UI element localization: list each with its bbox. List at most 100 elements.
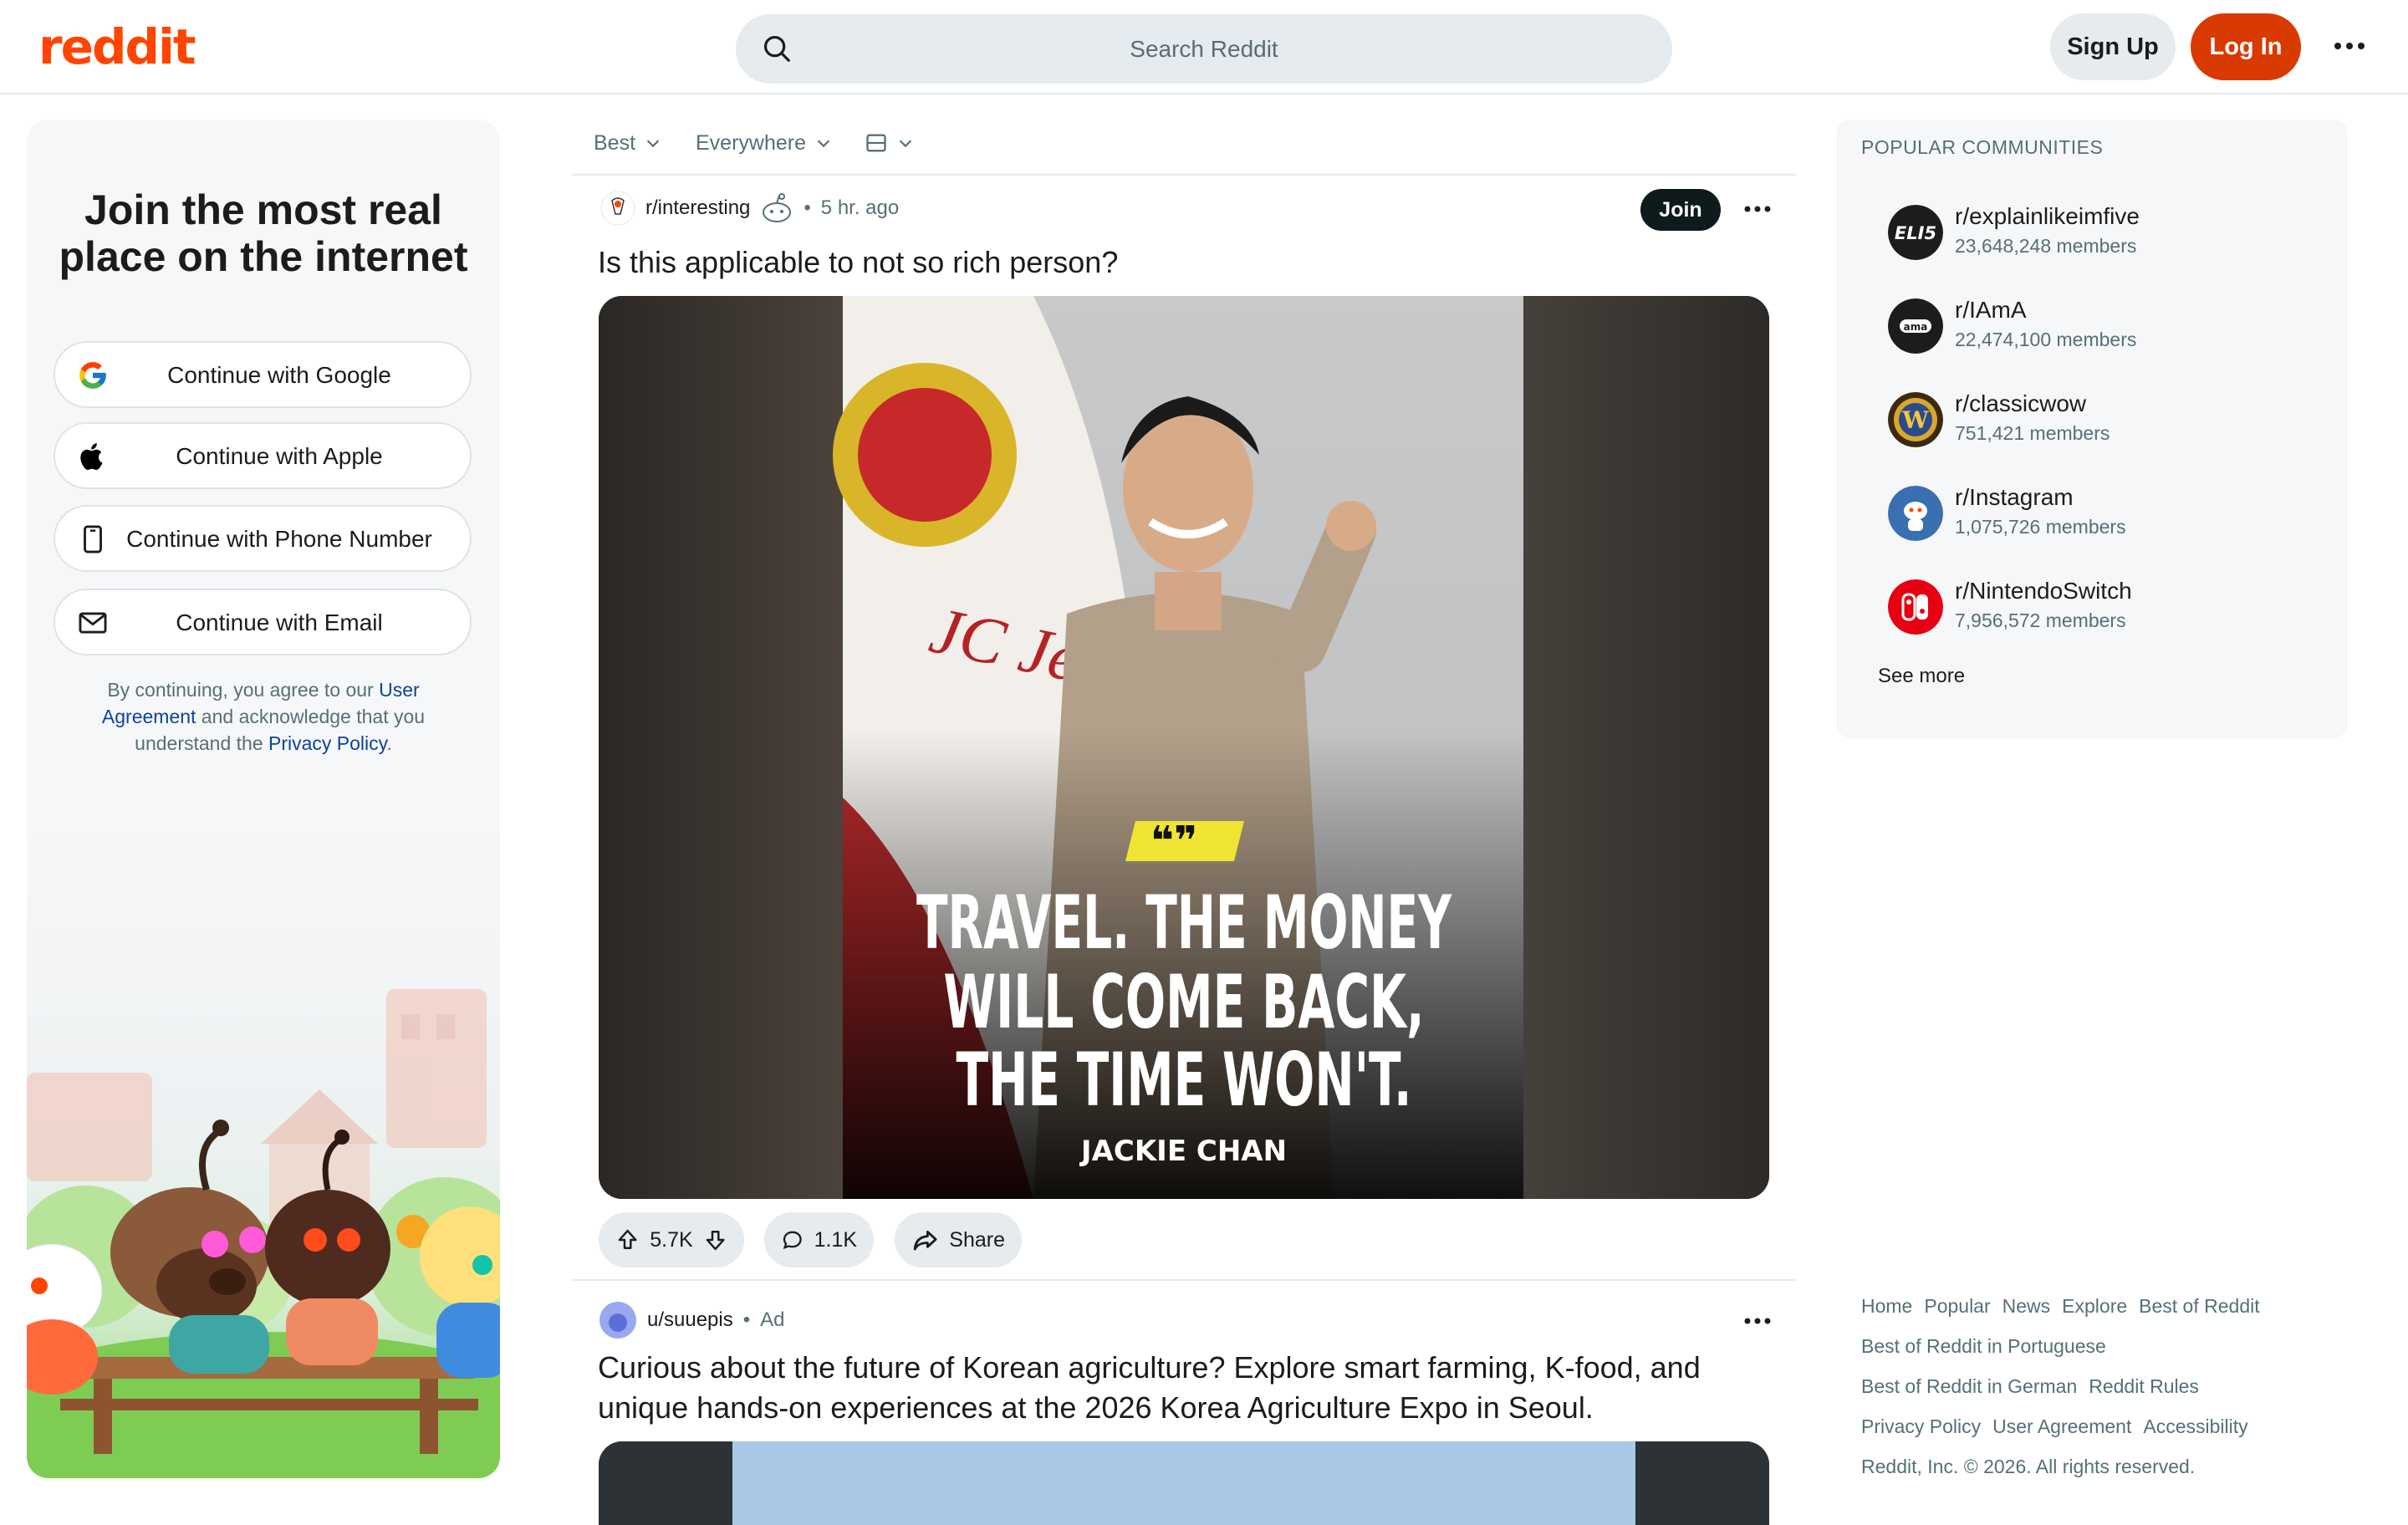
snoo-illustration	[27, 822, 500, 1478]
community-item[interactable]: r/NintendoSwitch 7,956,572 members	[1888, 569, 2323, 645]
feed-sort-bar: Best Everywhere	[572, 117, 1796, 176]
google-button-label: Continue with Google	[167, 362, 391, 388]
share-label: Share	[949, 1227, 1005, 1252]
community-members: 751,421 members	[1955, 422, 2110, 444]
footer-link-privacy-policy[interactable]: Privacy Policy	[1861, 1415, 1981, 1437]
footer-link-news[interactable]: News	[2002, 1295, 2051, 1317]
legal-text-1: By continuing, you agree to our	[107, 679, 380, 701]
post-time: 5 hr. ago	[820, 196, 900, 219]
share-icon	[913, 1230, 937, 1251]
continue-with-email-button[interactable]: Continue with Email	[54, 589, 472, 655]
chevron-down-icon	[817, 140, 830, 148]
ad-title[interactable]: Curious about the future of Korean agric…	[598, 1348, 1785, 1428]
signup-heading-line1: Join the most real	[84, 186, 442, 233]
footer-link-explore[interactable]: Explore	[2062, 1295, 2127, 1317]
post-title[interactable]: Is this applicable to not so rich person…	[598, 242, 1785, 283]
svg-text:ama: ama	[1904, 321, 1928, 333]
quote-author: JACKIE CHAN	[1079, 1135, 1287, 1168]
sign-up-button[interactable]: Sign Up	[2050, 13, 2176, 80]
ad-image[interactable]	[599, 1441, 1769, 1525]
log-in-button[interactable]: Log In	[2191, 13, 2301, 80]
post-options-icon[interactable]	[1741, 201, 1774, 217]
quote-line-2: WILL COME BACK,	[944, 959, 1425, 1045]
community-members: 22,474,100 members	[1955, 329, 2137, 350]
chevron-down-icon	[899, 140, 912, 148]
more-options-icon[interactable]	[2331, 33, 2368, 59]
location-label: Everywhere	[696, 130, 806, 155]
snoo-icon	[763, 193, 792, 222]
user-avatar-icon[interactable]	[599, 1301, 637, 1339]
ad-user-link[interactable]: u/suuepis	[647, 1308, 733, 1332]
footer-link-best-of-reddit-german[interactable]: Best of Reddit in German	[1861, 1375, 2077, 1397]
ad-tag: Ad	[760, 1308, 785, 1331]
instagram-avatar-icon	[1888, 486, 1943, 541]
apple-button-label: Continue with Apple	[176, 443, 383, 469]
search-input[interactable]	[736, 14, 1672, 84]
continue-with-apple-button[interactable]: Continue with Apple	[54, 422, 472, 489]
share-button[interactable]: Share	[895, 1212, 1022, 1267]
comments-button[interactable]: 1.1K	[764, 1212, 874, 1267]
downvote-icon[interactable]	[703, 1226, 727, 1254]
subreddit-link[interactable]: r/interesting	[645, 196, 750, 220]
community-item[interactable]: ama r/IAmA 22,474,100 members	[1888, 288, 2323, 364]
post-image-content: JC Jet ❝❞ TRAVEL. THE MONEY WILL COME BA…	[599, 296, 1769, 1199]
continue-with-google-button[interactable]: Continue with Google	[54, 341, 472, 408]
reddit-logo[interactable]: reddit	[38, 18, 196, 75]
subreddit-avatar-icon[interactable]	[600, 191, 635, 226]
signup-panel: Join the most real place on the internet…	[27, 120, 500, 1478]
continue-with-phone-button[interactable]: Continue with Phone Number	[54, 505, 472, 572]
popular-communities-heading: POPULAR COMMUNITIES	[1861, 136, 2104, 158]
footer-link-home[interactable]: Home	[1861, 1295, 1912, 1317]
quote-line-1: TRAVEL. THE MONEY	[916, 880, 1452, 966]
quote-line-3: THE TIME WON'T.	[957, 1037, 1412, 1123]
email-button-label: Continue with Email	[176, 609, 383, 635]
meta-separator: •	[804, 196, 811, 219]
privacy-policy-link[interactable]: Privacy Policy	[268, 732, 386, 754]
footer-link-best-of-reddit-portuguese[interactable]: Best of Reddit in Portuguese	[1861, 1335, 2106, 1357]
community-name: r/NintendoSwitch	[1955, 578, 2132, 604]
ad-image-content	[599, 1441, 1769, 1525]
community-item[interactable]: ELI5 r/explainlikeimfive 23,648,248 memb…	[1888, 195, 2323, 270]
community-name: r/explainlikeimfive	[1955, 203, 2140, 229]
sort-label: Best	[594, 130, 636, 155]
svg-text:W: W	[1901, 406, 1929, 434]
vote-bar: 5.7K	[599, 1212, 744, 1267]
see-more-button[interactable]: See more	[1878, 665, 1965, 688]
eli5-avatar-icon: ELI5	[1888, 205, 1943, 260]
community-name: r/classicwow	[1955, 390, 2087, 416]
upvote-icon[interactable]	[615, 1226, 640, 1254]
comment-icon	[783, 1231, 802, 1250]
legal-text-3: .	[386, 732, 392, 754]
legal-notice: By continuing, you agree to our User Agr…	[77, 676, 450, 757]
sort-dropdown[interactable]: Best	[594, 124, 662, 162]
footer-link-popular[interactable]: Popular	[1924, 1295, 1990, 1317]
community-members: 1,075,726 members	[1955, 516, 2126, 538]
post-divider	[572, 1279, 1796, 1281]
join-button[interactable]: Join	[1640, 189, 1721, 231]
community-members: 7,956,572 members	[1955, 609, 2126, 631]
location-dropdown[interactable]: Everywhere	[696, 124, 833, 162]
community-members: 23,648,248 members	[1955, 235, 2137, 257]
svg-text:❝❞: ❝❞	[1150, 818, 1197, 865]
classicwow-avatar-icon: W	[1888, 392, 1943, 447]
comment-count: 1.1K	[814, 1227, 857, 1252]
view-mode-dropdown[interactable]	[865, 124, 915, 162]
search-bar[interactable]	[736, 14, 1672, 84]
footer-link-accessibility[interactable]: Accessibility	[2143, 1415, 2247, 1437]
footer-link-reddit-rules[interactable]: Reddit Rules	[2089, 1375, 2199, 1397]
ad-options-icon[interactable]	[1741, 1313, 1774, 1329]
ad-meta: u/suuepis • Ad	[599, 1301, 785, 1339]
post-meta: r/interesting • 5 hr. ago	[600, 191, 899, 226]
footer-links: Home Popular News Explore Best of Reddit Bes…	[1861, 1286, 2329, 1487]
phone-button-label: Continue with Phone Number	[126, 526, 432, 552]
community-item[interactable]: W r/classicwow 751,421 members	[1888, 382, 2323, 457]
top-header: reddit Sign Up Log In	[0, 0, 2408, 94]
community-name: r/IAmA	[1955, 297, 2027, 323]
community-item[interactable]: r/Instagram 1,075,726 members	[1888, 476, 2323, 551]
nintendo-switch-avatar-icon	[1888, 579, 1943, 635]
search-icon	[763, 35, 790, 62]
vote-count: 5.7K	[650, 1227, 693, 1252]
footer-link-user-agreement[interactable]: User Agreement	[1992, 1415, 2131, 1437]
footer-link-best-of-reddit[interactable]: Best of Reddit	[2139, 1295, 2259, 1317]
post-image[interactable]: JC Jet ❝❞ TRAVEL. THE MONEY WILL COME BA…	[599, 296, 1769, 1199]
